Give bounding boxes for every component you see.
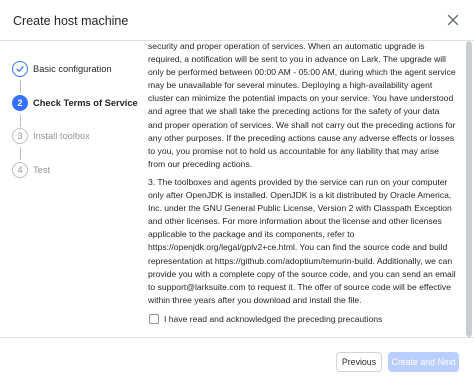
step-connector: [19, 147, 21, 160]
acknowledge-row[interactable]: I have read and acknowledged the precedi…: [149, 313, 382, 325]
check-icon: [16, 66, 24, 72]
create-host-dialog: Create host machine Basic configuration …: [0, 0, 474, 385]
dialog-title: Create host machine: [13, 14, 129, 28]
dialog-footer: Previous Create and Next: [0, 338, 474, 385]
step-2-label: Check Terms of Service: [33, 98, 138, 108]
step-2-number: 2: [12, 95, 28, 111]
step-basic-configuration: Basic configuration: [12, 60, 112, 78]
close-button[interactable]: [443, 10, 463, 30]
step-install-toolbox: 3 Install toolbox: [12, 127, 90, 145]
step-1-circle: [12, 61, 28, 77]
step-check-terms: 2 Check Terms of Service: [12, 94, 138, 112]
terms-paragraph: 3. The toolboxes and agents provided by …: [148, 177, 456, 305]
step-connector: [19, 80, 21, 93]
scrollbar-thumb[interactable]: [466, 41, 472, 337]
previous-button[interactable]: Previous: [336, 352, 382, 372]
close-icon: [447, 14, 459, 26]
acknowledge-checkbox[interactable]: [149, 314, 159, 324]
create-and-next-button[interactable]: Create and Next: [388, 352, 459, 372]
steps-sidebar: Basic configuration 2 Check Terms of Ser…: [0, 41, 138, 337]
step-3-label: Install toolbox: [33, 131, 90, 141]
step-4-number: 4: [12, 162, 28, 178]
terms-content[interactable]: security and proper operation of service…: [134, 41, 458, 337]
step-3-number: 3: [12, 128, 28, 144]
content-scrollbar[interactable]: [464, 41, 474, 337]
step-1-label: Basic configuration: [33, 64, 112, 74]
acknowledge-label: I have read and acknowledged the precedi…: [164, 314, 383, 324]
step-4-label: Test: [33, 165, 51, 175]
terms-paragraph: security and proper operation of service…: [148, 41, 456, 169]
step-connector: [19, 114, 21, 127]
step-test: 4 Test: [12, 161, 50, 179]
dialog-header: Create host machine: [0, 0, 474, 40]
